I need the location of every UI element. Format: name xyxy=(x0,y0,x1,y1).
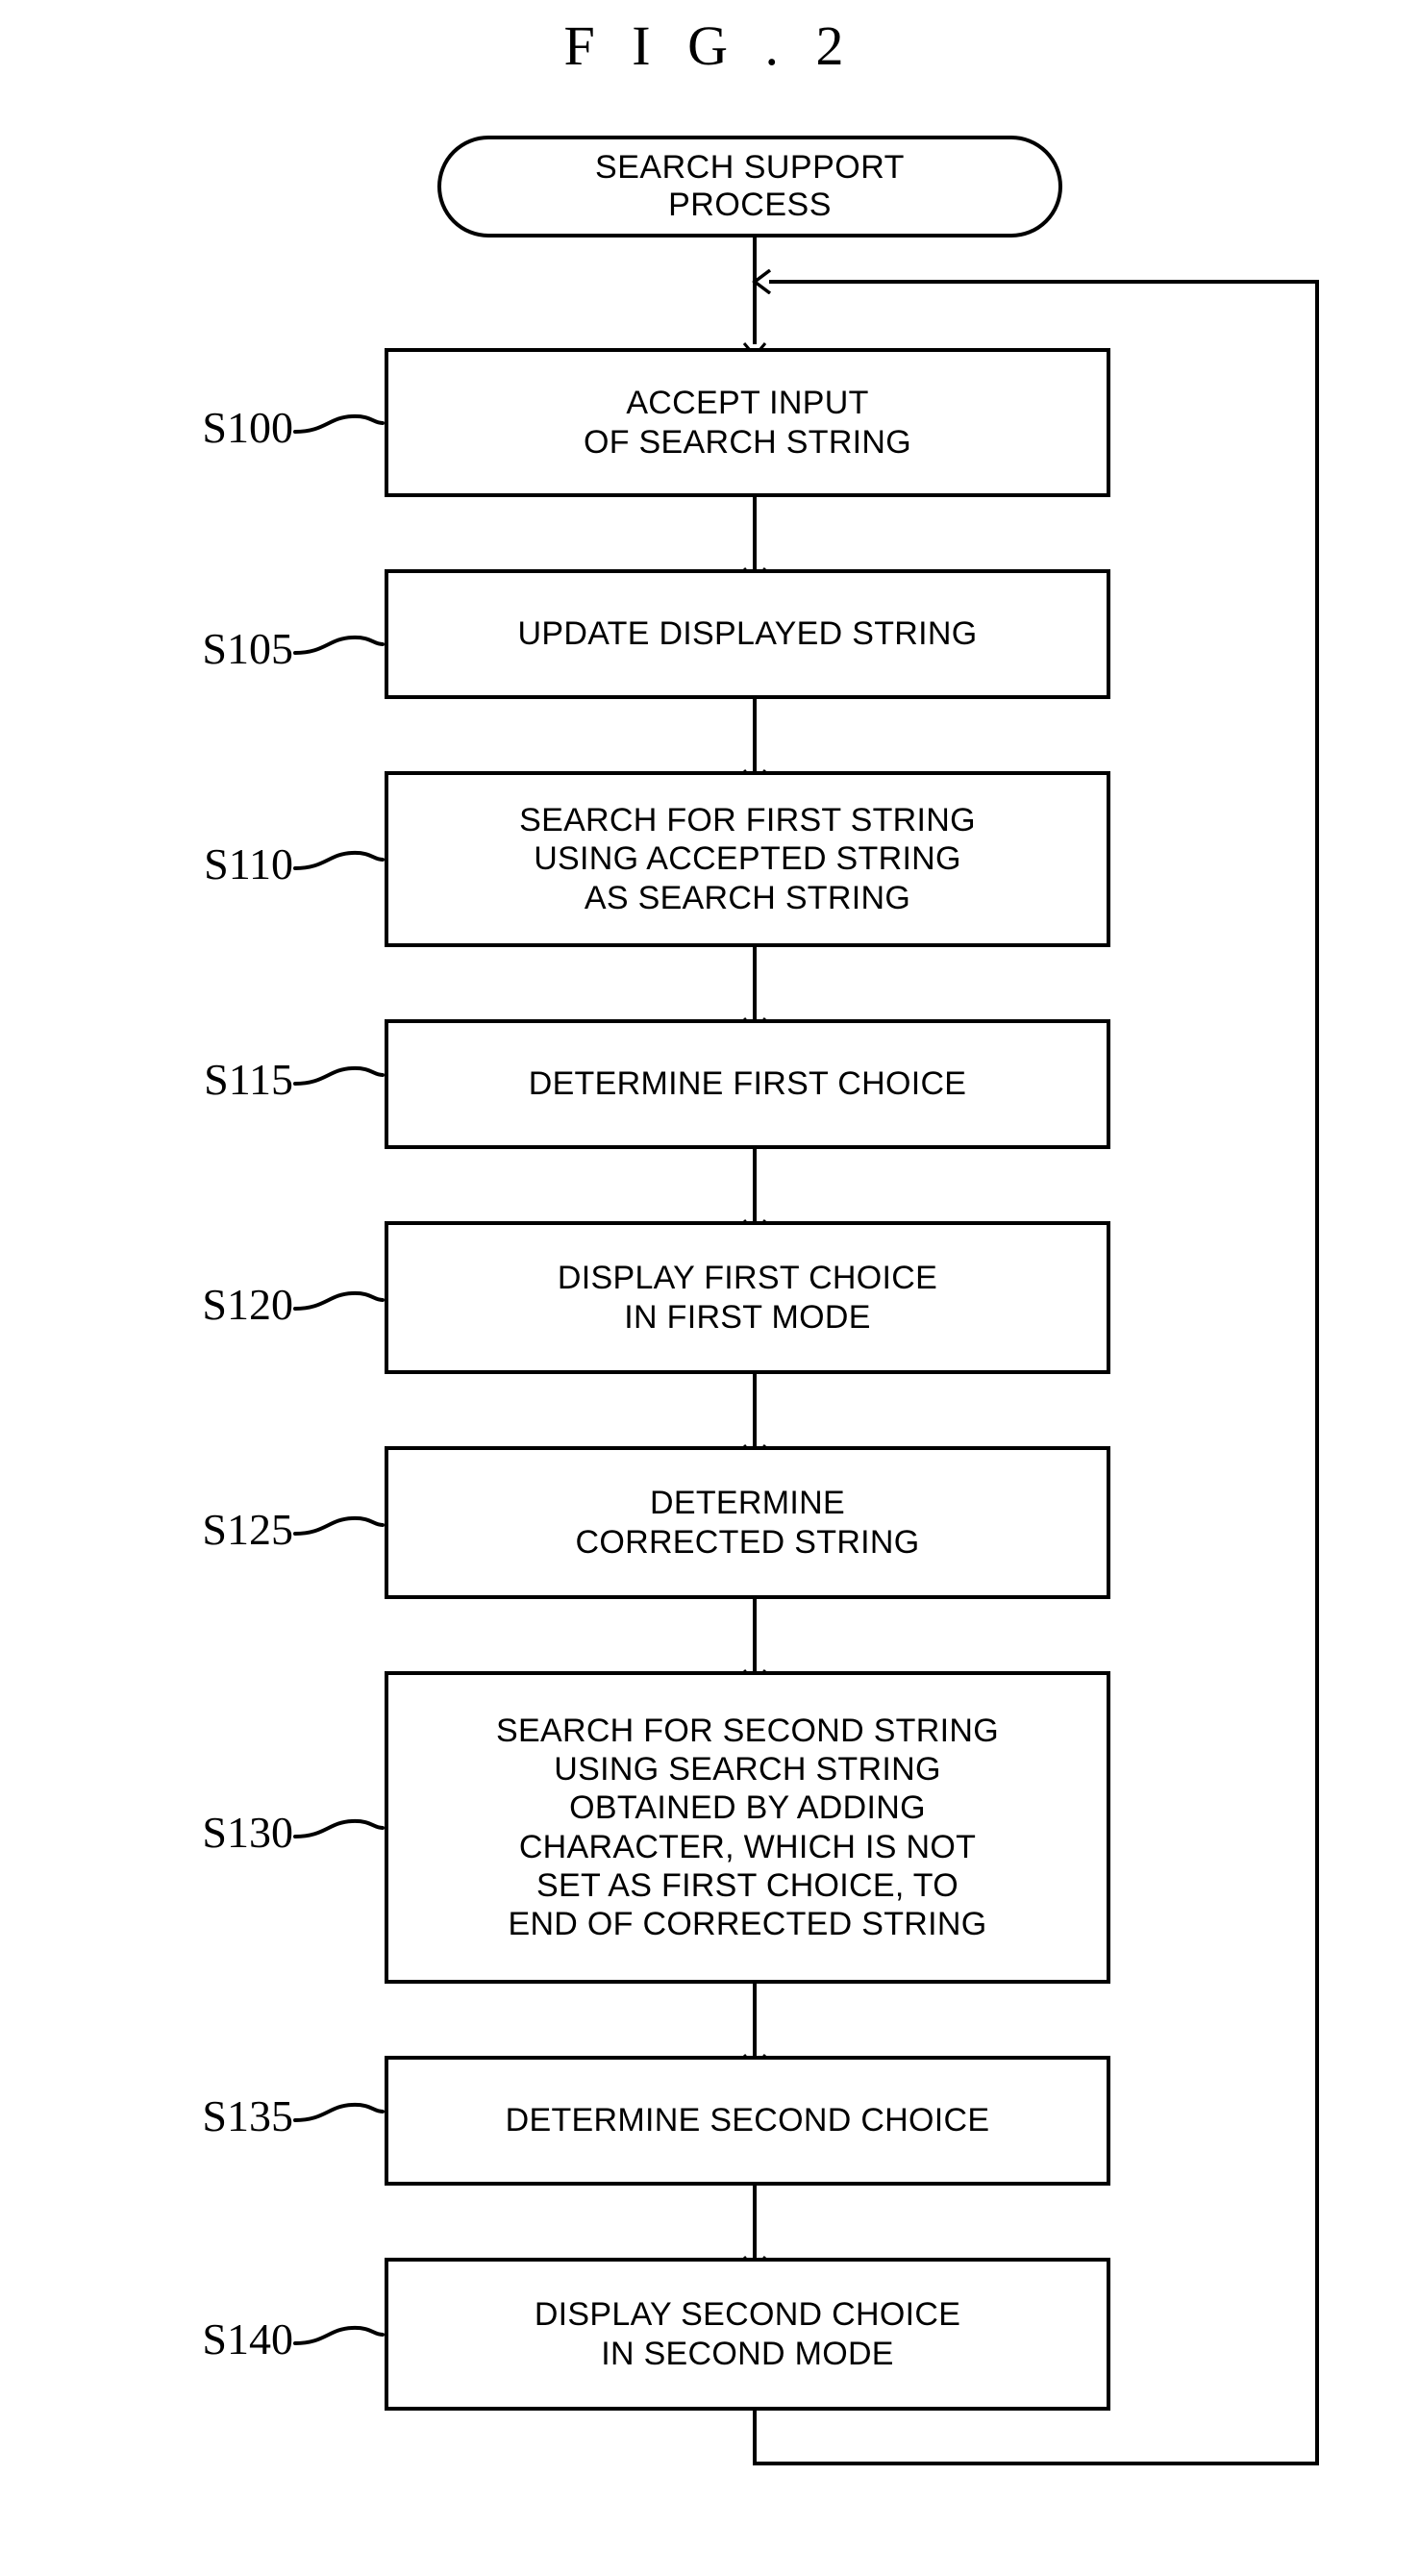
leader-s105 xyxy=(293,635,385,655)
step-ref-s105: S105 xyxy=(202,624,293,673)
process-box-s105-label: UPDATE DISPLAYED STRING xyxy=(517,615,978,653)
process-box-s100: ACCEPT INPUT OF SEARCH STRING xyxy=(385,348,1110,497)
leader-s130 xyxy=(293,1818,385,1838)
process-box-s130: SEARCH FOR SECOND STRING USING SEARCH ST… xyxy=(385,1671,1110,1984)
process-box-s115: DETERMINE FIRST CHOICE xyxy=(385,1019,1110,1149)
figure-title: F I G . 2 xyxy=(563,14,856,77)
process-box-s100-label: ACCEPT INPUT OF SEARCH STRING xyxy=(583,385,912,461)
process-box-s135: DETERMINE SECOND CHOICE xyxy=(385,2056,1110,2186)
leader-s110 xyxy=(293,850,385,870)
leader-s115 xyxy=(293,1065,385,1086)
step-ref-s115: S115 xyxy=(204,1055,293,1104)
process-box-s120-label: DISPLAY FIRST CHOICE IN FIRST MODE xyxy=(557,1260,938,1336)
leader-s125 xyxy=(293,1515,385,1536)
terminal-start: SEARCH SUPPORT PROCESS xyxy=(437,136,1062,238)
step-ref-s135: S135 xyxy=(202,2091,293,2140)
process-box-s140-label: DISPLAY SECOND CHOICE IN SECOND MODE xyxy=(534,2296,961,2372)
process-box-s125: DETERMINE CORRECTED STRING xyxy=(385,1446,1110,1599)
process-box-s135-label: DETERMINE SECOND CHOICE xyxy=(505,2102,990,2139)
step-ref-s130: S130 xyxy=(202,1808,293,1857)
leader-s100 xyxy=(293,413,385,434)
process-box-s130-label: SEARCH FOR SECOND STRING USING SEARCH ST… xyxy=(496,1713,999,1942)
process-box-s120: DISPLAY FIRST CHOICE IN FIRST MODE xyxy=(385,1221,1110,1374)
leader-s140 xyxy=(293,2325,385,2345)
process-box-s110: SEARCH FOR FIRST STRING USING ACCEPTED S… xyxy=(385,771,1110,947)
step-ref-s140: S140 xyxy=(202,2314,293,2363)
step-ref-s100: S100 xyxy=(202,403,293,452)
process-box-s140: DISPLAY SECOND CHOICE IN SECOND MODE xyxy=(385,2258,1110,2411)
step-ref-s120: S120 xyxy=(202,1280,293,1329)
terminal-start-label: SEARCH SUPPORT PROCESS xyxy=(595,148,905,223)
figure-page: F I G . 2 SEARCH SUPPORT PROCESS S100 S1… xyxy=(0,0,1419,2576)
process-box-s115-label: DETERMINE FIRST CHOICE xyxy=(528,1065,967,1103)
process-box-s110-label: SEARCH FOR FIRST STRING USING ACCEPTED S… xyxy=(519,802,976,916)
process-box-s105: UPDATE DISPLAYED STRING xyxy=(385,569,1110,699)
step-ref-s110: S110 xyxy=(204,839,293,888)
leader-s135 xyxy=(293,2102,385,2122)
leader-s120 xyxy=(293,1290,385,1311)
process-box-s125-label: DETERMINE CORRECTED STRING xyxy=(575,1485,920,1561)
step-ref-s125: S125 xyxy=(202,1505,293,1554)
